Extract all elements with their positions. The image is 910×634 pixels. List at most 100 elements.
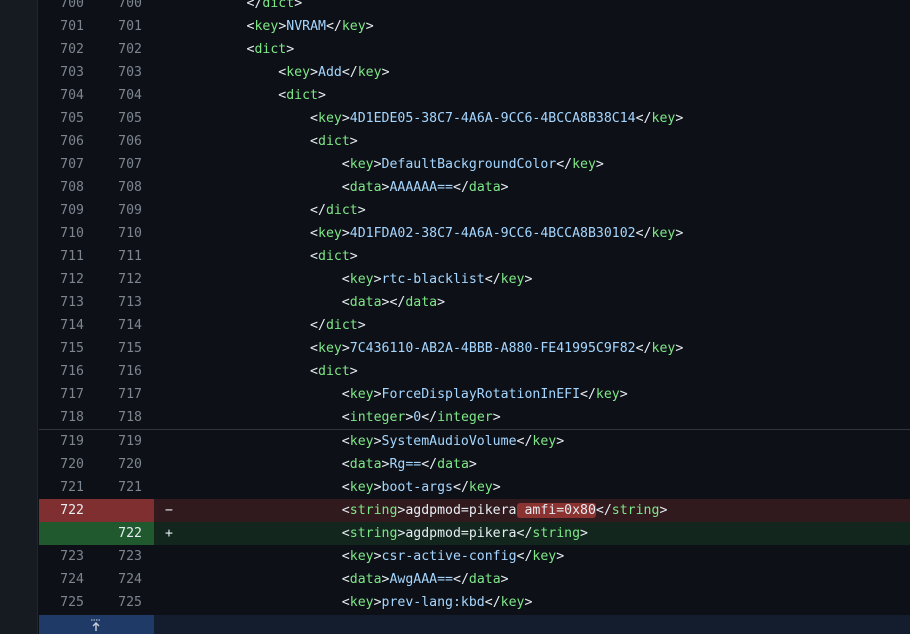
new-line-number[interactable]: 725 (96, 591, 154, 614)
new-line-number[interactable]: 717 (96, 383, 154, 406)
old-line-number[interactable]: 701 (39, 15, 96, 38)
diff-sign (154, 15, 178, 38)
code-token: > (365, 19, 374, 34)
tag-name: key (349, 480, 374, 495)
new-line-number[interactable]: 709 (96, 199, 154, 222)
new-line-number[interactable]: 708 (96, 176, 154, 199)
old-line-number[interactable]: 713 (39, 291, 96, 314)
new-line-number[interactable] (96, 499, 154, 522)
old-line-number[interactable] (39, 522, 96, 545)
unfold-expand-icon (91, 619, 101, 631)
old-line-number[interactable]: 719 (39, 430, 96, 453)
code-token: > (595, 157, 604, 172)
new-line-number[interactable]: 703 (96, 61, 154, 84)
old-line-number[interactable]: 718 (39, 406, 96, 429)
code-text: </dict> (178, 314, 910, 337)
new-line-number[interactable]: 711 (96, 245, 154, 268)
context-line: 717 717 <key>ForceDisplayRotationInEFI</k… (39, 383, 910, 406)
code-text: <key>DefaultBackgroundColor</key> (178, 153, 910, 176)
code-token: < (341, 526, 350, 541)
old-line-number[interactable]: 725 (39, 591, 96, 614)
old-line-number[interactable]: 712 (39, 268, 96, 291)
old-line-number[interactable]: 706 (39, 130, 96, 153)
expand-lines-button[interactable] (39, 615, 154, 634)
old-line-number[interactable]: 717 (39, 383, 96, 406)
context-line: 706 706 <dict> (39, 130, 910, 153)
tag-value: prev-lang:kbd (381, 595, 485, 610)
new-line-number[interactable]: 702 (96, 38, 154, 61)
code-token: < (310, 226, 318, 241)
code-token: </ (580, 387, 596, 402)
tag-name: data (349, 295, 382, 310)
code-token: < (310, 111, 318, 126)
new-line-number[interactable]: 718 (96, 406, 154, 429)
code-token: </ (516, 549, 533, 564)
code-token: </ (484, 595, 501, 610)
context-line: 720 720 <data>Rg==</data> (39, 453, 910, 476)
old-line-number[interactable]: 711 (39, 245, 96, 268)
new-line-number[interactable]: 715 (96, 337, 154, 360)
new-line-number[interactable]: 710 (96, 222, 154, 245)
tag-name: data (468, 180, 501, 195)
diff-sign (154, 291, 178, 314)
old-line-number[interactable]: 709 (39, 199, 96, 222)
old-line-number[interactable]: 724 (39, 568, 96, 591)
old-line-number[interactable]: 720 (39, 453, 96, 476)
tag-value: NVRAM (286, 19, 326, 34)
old-line-number[interactable]: 722 (39, 499, 96, 522)
old-line-number[interactable]: 705 (39, 107, 96, 130)
new-line-number[interactable]: 706 (96, 130, 154, 153)
new-line-number[interactable]: 705 (96, 107, 154, 130)
diff-sign (154, 314, 178, 337)
context-line: 708 708 <data>AAAAAA==</data> (39, 176, 910, 199)
tag-name: dict (286, 88, 318, 103)
old-line-number[interactable]: 700 (39, 0, 96, 15)
tag-value: 4D1EDE05-38C7-4A6A-9CC6-4BCCA8B38C14 (349, 111, 636, 126)
tag-name: key (532, 549, 557, 564)
new-line-number[interactable]: 724 (96, 568, 154, 591)
old-line-number[interactable]: 707 (39, 153, 96, 176)
new-line-number[interactable]: 720 (96, 453, 154, 476)
new-line-number[interactable]: 704 (96, 84, 154, 107)
code-text: <string>agdpmod=pikera amfi=0x80</string… (178, 499, 910, 522)
new-line-number[interactable]: 723 (96, 545, 154, 568)
old-line-number[interactable]: 704 (39, 84, 96, 107)
code-token: </ (453, 180, 469, 195)
new-line-number[interactable]: 712 (96, 268, 154, 291)
new-line-number[interactable]: 714 (96, 314, 154, 337)
new-line-number[interactable]: 716 (96, 360, 154, 383)
diff-sign (154, 406, 178, 429)
new-line-number[interactable]: 721 (96, 476, 154, 499)
old-line-number[interactable]: 703 (39, 61, 96, 84)
new-line-number[interactable]: 719 (96, 430, 154, 453)
code-text: <key>prev-lang:kbd</key> (178, 591, 910, 614)
code-token: </ (635, 341, 652, 356)
code-text: <dict> (178, 245, 910, 268)
new-line-number[interactable]: 707 (96, 153, 154, 176)
context-line: 700 700 </dict> (39, 0, 910, 15)
new-line-number[interactable]: 722 (96, 522, 154, 545)
code-text: <key>csr-active-config</key> (178, 545, 910, 568)
new-line-number[interactable]: 700 (96, 0, 154, 15)
tag-name: dict (262, 0, 295, 11)
code-token: </ (484, 272, 501, 287)
old-line-number[interactable]: 714 (39, 314, 96, 337)
new-line-number[interactable]: 713 (96, 291, 154, 314)
tag-value: AAAAAA== (389, 180, 453, 195)
old-line-number[interactable]: 708 (39, 176, 96, 199)
tag-name: data (405, 295, 438, 310)
old-line-number[interactable]: 702 (39, 38, 96, 61)
old-line-number[interactable]: 723 (39, 545, 96, 568)
tag-name: key (500, 595, 525, 610)
old-line-number[interactable]: 710 (39, 222, 96, 245)
old-line-number[interactable]: 721 (39, 476, 96, 499)
context-line: 719 719 <key>SystemAudioVolume</key> (39, 429, 910, 453)
code-token: < (341, 457, 350, 472)
old-line-number[interactable]: 716 (39, 360, 96, 383)
old-line-number[interactable]: 715 (39, 337, 96, 360)
tag-name: key (349, 595, 374, 610)
new-line-number[interactable]: 701 (96, 15, 154, 38)
